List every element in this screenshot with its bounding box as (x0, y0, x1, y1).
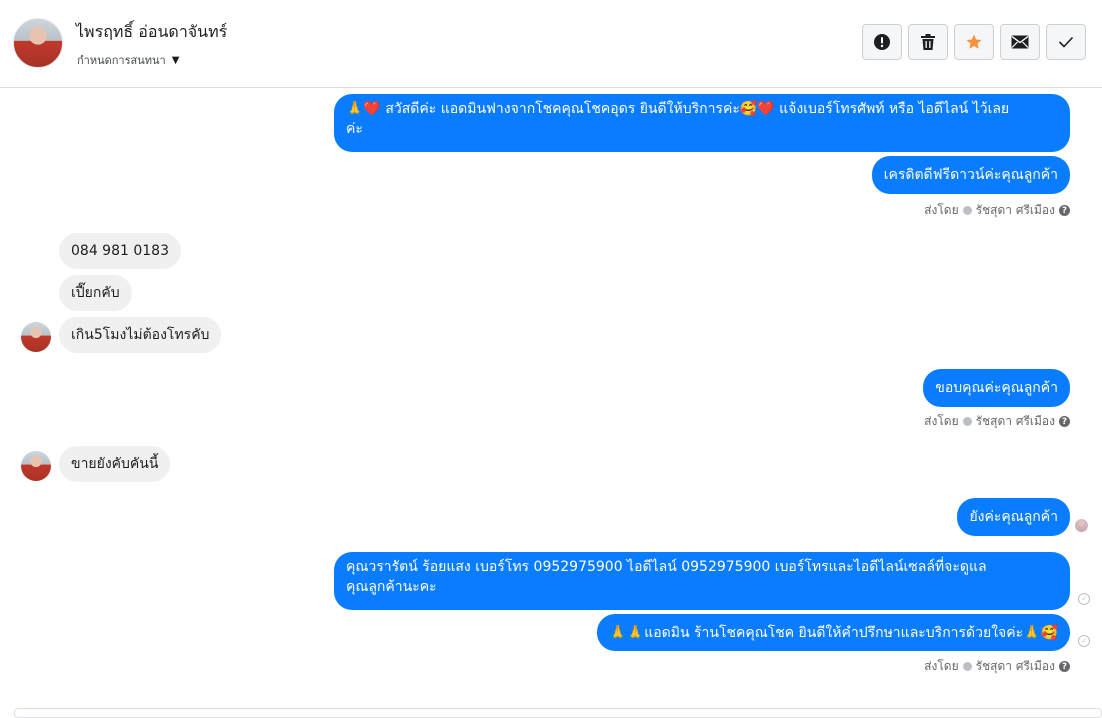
agent-status-icon (962, 417, 972, 426)
contact-name[interactable]: ไพรฤทธิ์ อ่อนดาจันทร์ (76, 20, 227, 45)
message-text: 🙏❤️ สวัสดีค่ะ แอดมินฟางจากโชคคุณโชคอุดร … (346, 101, 1010, 117)
sender-avatar[interactable] (21, 451, 51, 481)
message-text: คุณวรารัตน์ ร้อยแสง เบอร์โทร 0952975900 … (346, 559, 987, 575)
seen-receipt-avatar (1075, 519, 1088, 532)
sent-by-label: ส่งโดย รัชสุดา ศรีเมือง ? (924, 657, 1070, 676)
contact-avatar[interactable] (13, 18, 63, 68)
sent-by-name[interactable]: รัชสุดา ศรีเมือง (976, 657, 1055, 676)
envelope-icon (1011, 35, 1029, 49)
assign-conversation-label: กำหนดการสนทนา (77, 54, 166, 67)
conversation-toolbar (862, 24, 1086, 60)
agent-status-icon (962, 206, 972, 215)
message-text: เกิน5โมงไม่ต้องโทรคับ (71, 327, 210, 343)
message-bubble-incoming[interactable]: เปี๊ยกคับ (59, 275, 132, 311)
sent-by-prefix: ส่งโดย (924, 203, 959, 217)
message-bubble-outgoing[interactable]: 🙏❤️ สวัสดีค่ะ แอดมินฟางจากโชคคุณโชคอุดร … (334, 94, 1070, 152)
caret-down-icon: ▼ (171, 54, 180, 66)
star-button[interactable] (954, 24, 994, 60)
assign-conversation-dropdown[interactable]: กำหนดการสนทนา ▼ (77, 51, 179, 69)
message-bubble-outgoing[interactable]: ยังค่ะคุณลูกค้า (957, 498, 1070, 536)
message-bubble-outgoing[interactable]: เครดิตดีฟรีดาวน์ค่ะคุณลูกค้า (871, 156, 1070, 194)
message-text: ยังค่ะคุณลูกค้า (969, 509, 1058, 525)
message-thread[interactable]: 🙏❤️ สวัสดีค่ะ แอดมินฟางจากโชคคุณโชคอุดร … (0, 88, 1102, 714)
message-text: เปี๊ยกคับ (71, 285, 120, 301)
star-icon (966, 34, 982, 49)
sent-by-name[interactable]: รัชสุดา ศรีเมือง (976, 412, 1055, 431)
message-text: ขอบคุณค่ะคุณลูกค้า (935, 380, 1058, 396)
message-composer[interactable] (14, 708, 1102, 718)
delivered-check-icon: ✓ (1078, 593, 1090, 605)
message-text: 🙏🙏แอดมิน ร้านโชคคุณโชค ยินดีให้คำปรึกษาแ… (609, 625, 1058, 641)
message-text: เครดิตดีฟรีดาวน์ค่ะคุณลูกค้า (883, 167, 1058, 183)
sender-avatar[interactable] (21, 322, 51, 352)
trash-icon (921, 34, 935, 50)
message-text: ขายยังคับคันนี้ (71, 456, 159, 472)
help-icon[interactable]: ? (1059, 205, 1070, 216)
mark-unread-button[interactable] (1000, 24, 1040, 60)
message-bubble-incoming[interactable]: 084 981 0183 (59, 233, 181, 269)
alert-circle-icon (874, 34, 890, 50)
sent-by-prefix: ส่งโดย (924, 659, 959, 673)
help-icon[interactable]: ? (1059, 416, 1070, 427)
message-text: ค่ะ (346, 121, 363, 137)
conversation-header: ไพรฤทธิ์ อ่อนดาจันทร์ กำหนดการสนทนา ▼ (0, 0, 1102, 88)
message-bubble-outgoing[interactable]: 🙏🙏แอดมิน ร้านโชคคุณโชค ยินดีให้คำปรึกษาแ… (597, 614, 1070, 651)
sent-by-name[interactable]: รัชสุดา ศรีเมือง (976, 201, 1055, 220)
message-bubble-outgoing[interactable]: ขอบคุณค่ะคุณลูกค้า (923, 369, 1070, 407)
message-bubble-incoming[interactable]: เกิน5โมงไม่ต้องโทรคับ (59, 317, 222, 353)
help-icon[interactable]: ? (1059, 661, 1070, 672)
check-icon (1058, 36, 1074, 48)
mark-spam-button[interactable] (862, 24, 902, 60)
message-text: คุณลูกค้านะคะ (346, 579, 437, 595)
message-bubble-outgoing[interactable]: คุณวรารัตน์ ร้อยแสง เบอร์โทร 0952975900 … (334, 552, 1070, 610)
mark-done-button[interactable] (1046, 24, 1086, 60)
message-bubble-incoming[interactable]: ขายยังคับคันนี้ (59, 446, 171, 482)
agent-status-icon (962, 662, 972, 671)
delete-button[interactable] (908, 24, 948, 60)
sent-by-label: ส่งโดย รัชสุดา ศรีเมือง ? (924, 201, 1070, 220)
delivered-check-icon: ✓ (1078, 635, 1090, 647)
sent-by-prefix: ส่งโดย (924, 414, 959, 428)
message-text: 084 981 0183 (71, 243, 169, 259)
sent-by-label: ส่งโดย รัชสุดา ศรีเมือง ? (924, 412, 1070, 431)
